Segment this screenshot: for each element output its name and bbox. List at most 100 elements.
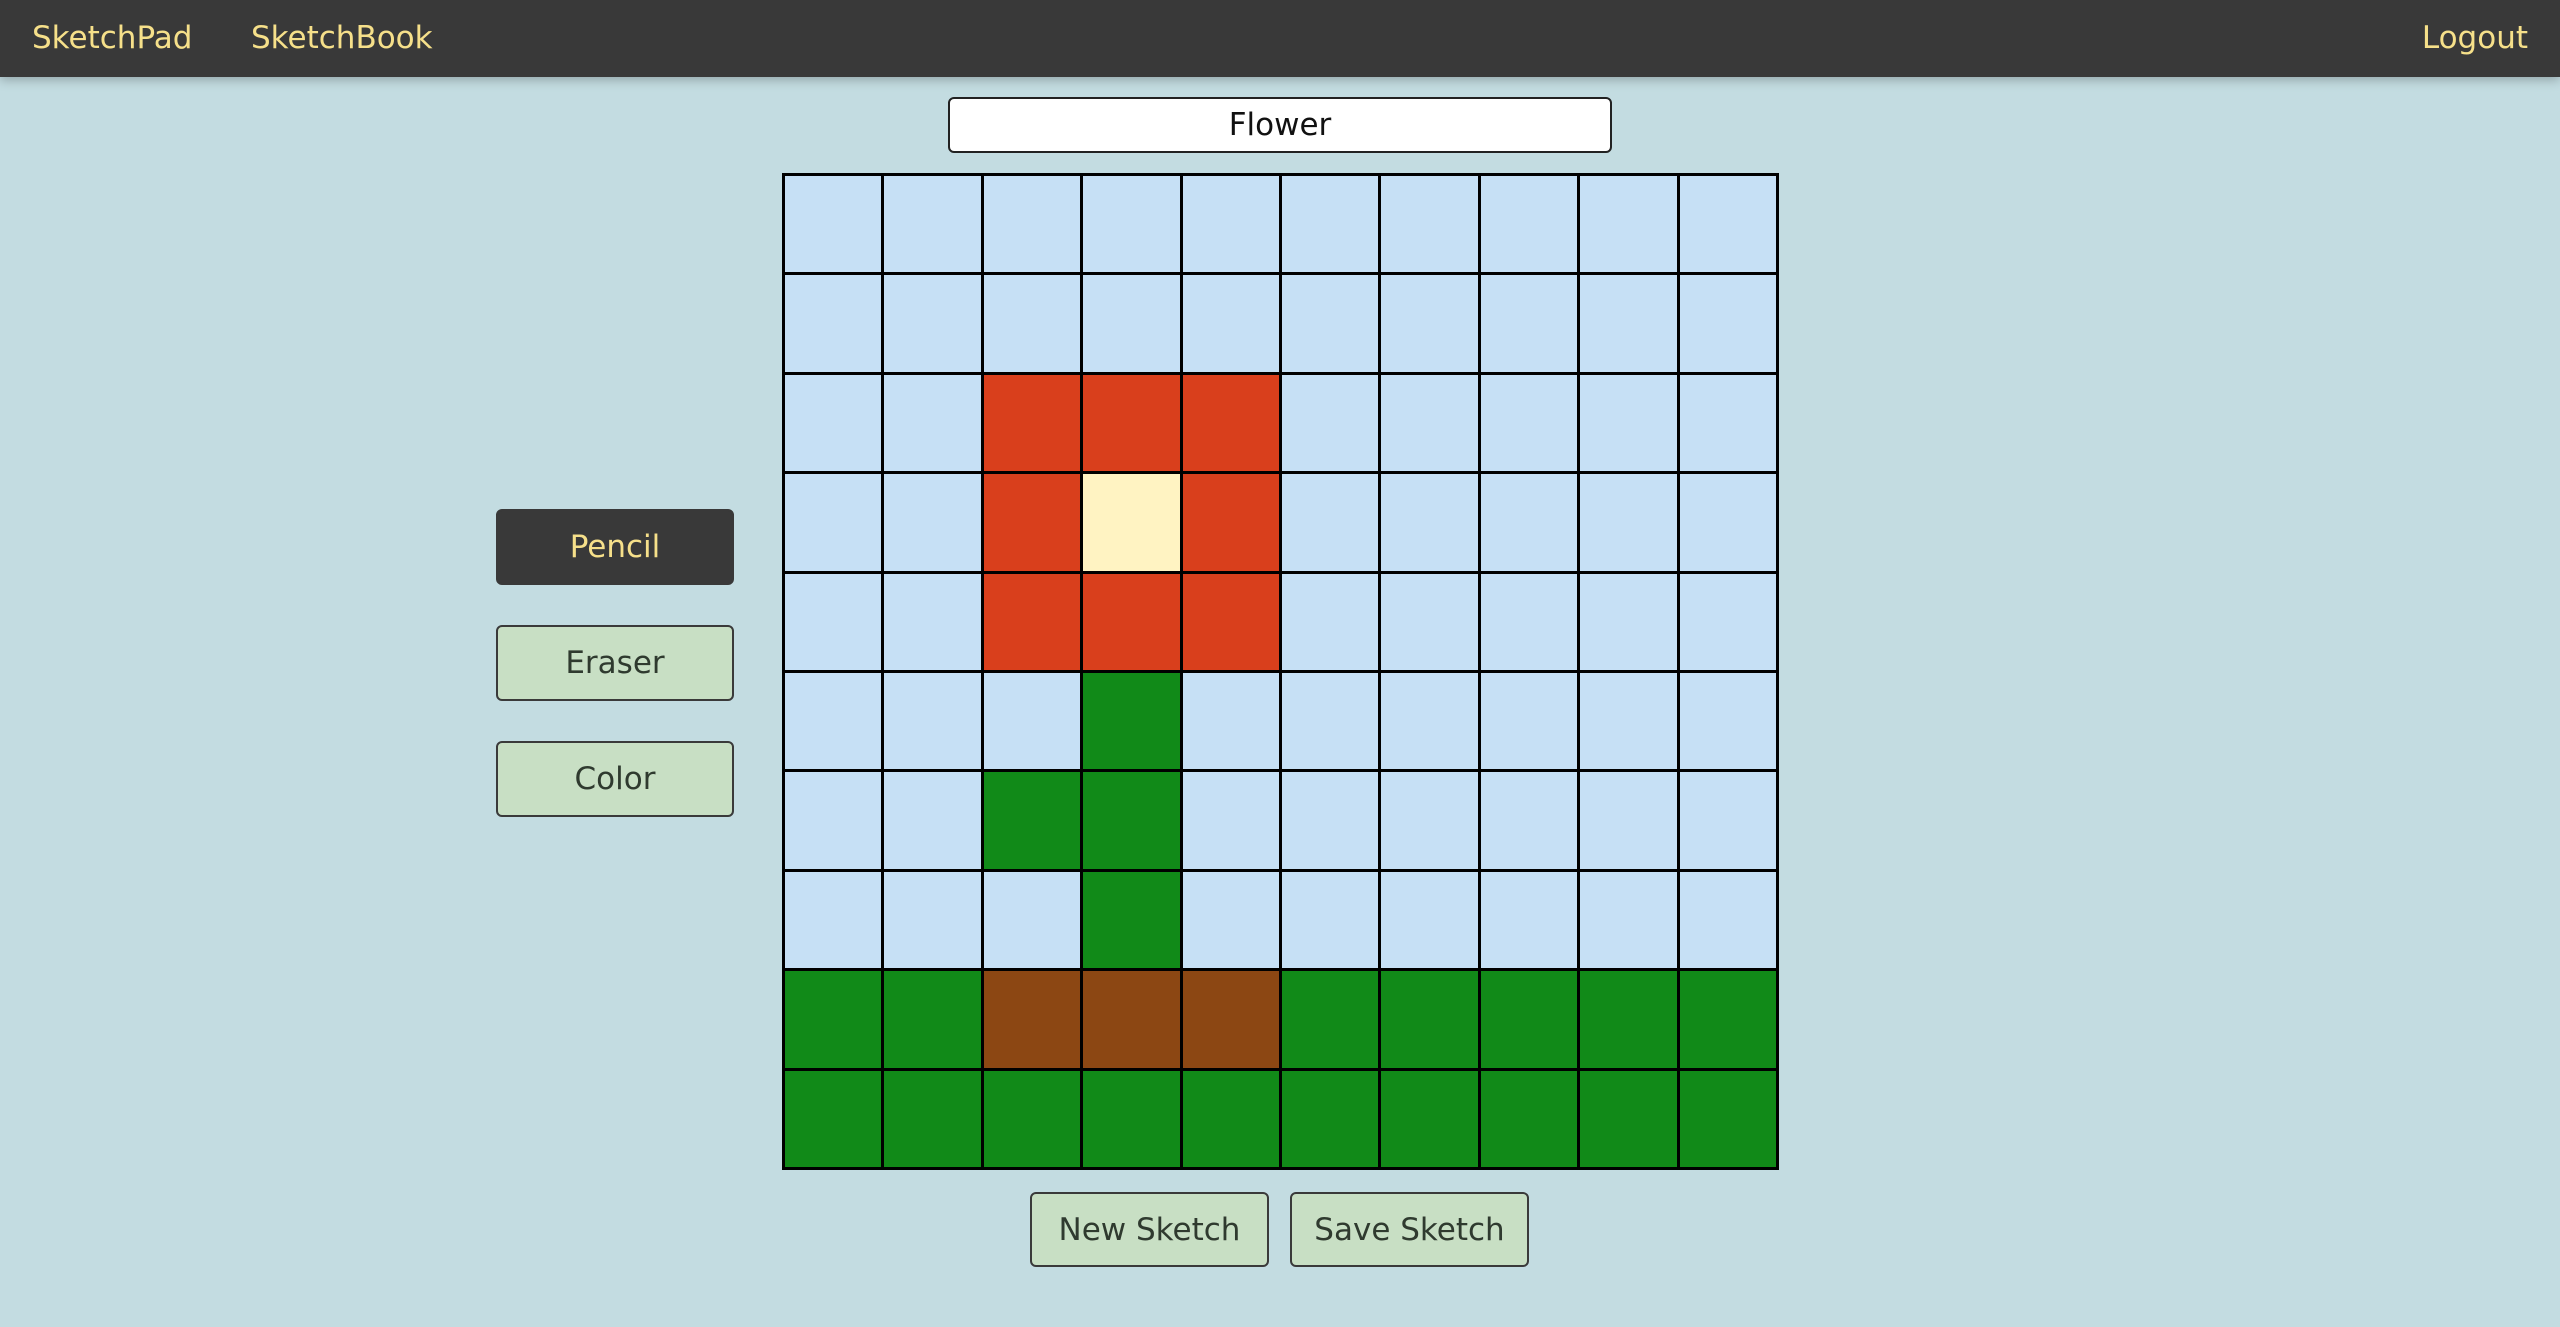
grid-cell[interactable]: [1182, 573, 1279, 670]
grid-cell[interactable]: [1480, 474, 1578, 571]
grid-cell[interactable]: [1282, 573, 1379, 670]
grid-cell[interactable]: [1381, 772, 1478, 869]
grid-cell[interactable]: [1679, 673, 1776, 770]
nav-sketchpad-link[interactable]: SketchPad: [32, 0, 192, 77]
grid-cell[interactable]: [983, 573, 1081, 670]
grid-cell[interactable]: [1083, 474, 1180, 571]
grid-cell[interactable]: [1381, 176, 1478, 273]
save-sketch-button[interactable]: Save Sketch: [1290, 1192, 1529, 1267]
grid-cell[interactable]: [884, 374, 981, 472]
grid-cell[interactable]: [785, 971, 882, 1068]
grid-cell[interactable]: [1282, 871, 1379, 969]
grid-cell[interactable]: [884, 971, 981, 1068]
grid-cell[interactable]: [884, 275, 981, 372]
grid-cell[interactable]: [1679, 275, 1776, 372]
grid-cell[interactable]: [1182, 673, 1279, 770]
grid-cell[interactable]: [1580, 871, 1677, 969]
grid-cell[interactable]: [1381, 673, 1478, 770]
grid-cell[interactable]: [1182, 772, 1279, 869]
grid-cell[interactable]: [1580, 772, 1677, 869]
grid-cell[interactable]: [785, 474, 882, 571]
grid-cell[interactable]: [1580, 176, 1677, 273]
grid-cell[interactable]: [1381, 871, 1478, 969]
grid-cell[interactable]: [1580, 971, 1677, 1068]
grid-cell[interactable]: [1679, 871, 1776, 969]
grid-cell[interactable]: [1083, 871, 1180, 969]
grid-cell[interactable]: [1480, 772, 1578, 869]
grid-cell[interactable]: [983, 673, 1081, 770]
grid-cell[interactable]: [1679, 772, 1776, 869]
grid-cell[interactable]: [1580, 474, 1677, 571]
grid-cell[interactable]: [1381, 275, 1478, 372]
grid-cell[interactable]: [1083, 772, 1180, 869]
grid-cell[interactable]: [1480, 374, 1578, 472]
grid-cell[interactable]: [785, 772, 882, 869]
grid-cell[interactable]: [1480, 275, 1578, 372]
grid-cell[interactable]: [1381, 971, 1478, 1068]
grid-cell[interactable]: [983, 971, 1081, 1068]
grid-cell[interactable]: [1381, 474, 1478, 571]
grid-cell[interactable]: [785, 1070, 882, 1167]
grid-cell[interactable]: [1679, 176, 1776, 273]
grid-cell[interactable]: [1182, 1070, 1279, 1167]
grid-cell[interactable]: [1679, 474, 1776, 571]
grid-cell[interactable]: [1182, 474, 1279, 571]
grid-cell[interactable]: [1480, 971, 1578, 1068]
grid-cell[interactable]: [785, 573, 882, 670]
grid-cell[interactable]: [1381, 374, 1478, 472]
grid-cell[interactable]: [1083, 176, 1180, 273]
grid-cell[interactable]: [1083, 971, 1180, 1068]
grid-cell[interactable]: [785, 176, 882, 273]
grid-cell[interactable]: [983, 474, 1081, 571]
grid-cell[interactable]: [1282, 176, 1379, 273]
grid-cell[interactable]: [884, 474, 981, 571]
grid-cell[interactable]: [983, 772, 1081, 869]
grid-cell[interactable]: [1679, 573, 1776, 670]
grid-cell[interactable]: [785, 374, 882, 472]
grid-cell[interactable]: [884, 871, 981, 969]
grid-cell[interactable]: [1182, 176, 1279, 273]
grid-cell[interactable]: [983, 871, 1081, 969]
grid-cell[interactable]: [884, 1070, 981, 1167]
grid-cell[interactable]: [983, 374, 1081, 472]
nav-sketchbook-link[interactable]: SketchBook: [251, 0, 433, 77]
grid-cell[interactable]: [1083, 1070, 1180, 1167]
grid-cell[interactable]: [1083, 374, 1180, 472]
grid-cell[interactable]: [1083, 275, 1180, 372]
grid-cell[interactable]: [1083, 573, 1180, 670]
grid-cell[interactable]: [884, 573, 981, 670]
grid-cell[interactable]: [1182, 971, 1279, 1068]
grid-cell[interactable]: [1679, 374, 1776, 472]
grid-cell[interactable]: [1580, 1070, 1677, 1167]
grid-cell[interactable]: [1282, 275, 1379, 372]
grid-cell[interactable]: [884, 772, 981, 869]
sketch-title-input[interactable]: [948, 97, 1612, 153]
grid-cell[interactable]: [1580, 573, 1677, 670]
grid-cell[interactable]: [1282, 772, 1379, 869]
eraser-tool-button[interactable]: Eraser: [496, 625, 734, 701]
new-sketch-button[interactable]: New Sketch: [1030, 1192, 1269, 1267]
grid-cell[interactable]: [1282, 673, 1379, 770]
grid-cell[interactable]: [785, 275, 882, 372]
grid-cell[interactable]: [1480, 1070, 1578, 1167]
grid-cell[interactable]: [884, 673, 981, 770]
grid-cell[interactable]: [1282, 971, 1379, 1068]
grid-cell[interactable]: [1282, 1070, 1379, 1167]
grid-cell[interactable]: [785, 871, 882, 969]
grid-cell[interactable]: [1381, 573, 1478, 670]
grid-cell[interactable]: [1580, 374, 1677, 472]
grid-cell[interactable]: [1679, 1070, 1776, 1167]
grid-cell[interactable]: [1580, 275, 1677, 372]
grid-cell[interactable]: [1480, 573, 1578, 670]
grid-cell[interactable]: [1282, 474, 1379, 571]
grid-cell[interactable]: [1282, 374, 1379, 472]
grid-cell[interactable]: [1083, 673, 1180, 770]
grid-cell[interactable]: [1679, 971, 1776, 1068]
pencil-tool-button[interactable]: Pencil: [496, 509, 734, 585]
grid-cell[interactable]: [1580, 673, 1677, 770]
grid-cell[interactable]: [983, 275, 1081, 372]
grid-cell[interactable]: [1480, 176, 1578, 273]
grid-cell[interactable]: [1480, 673, 1578, 770]
grid-cell[interactable]: [1182, 871, 1279, 969]
grid-cell[interactable]: [785, 673, 882, 770]
